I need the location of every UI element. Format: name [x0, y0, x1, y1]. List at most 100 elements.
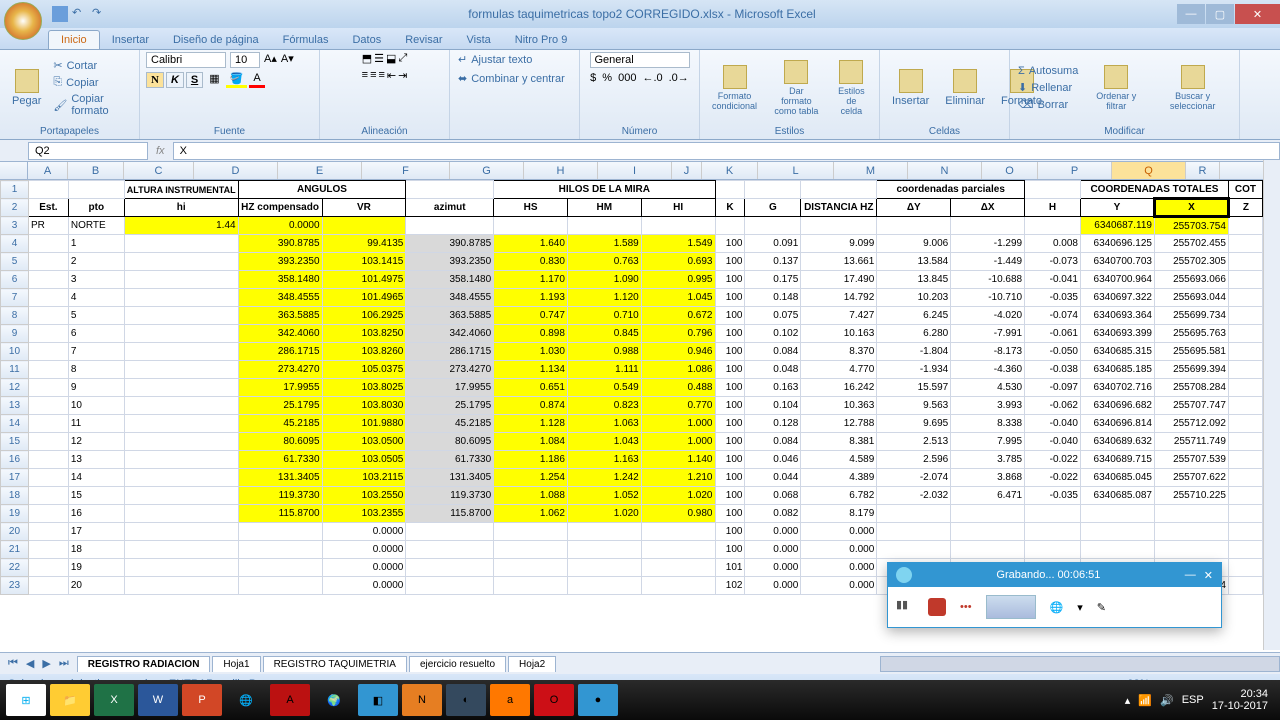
column-header[interactable]: E — [278, 162, 362, 179]
align-middle-icon[interactable]: ☰ — [374, 52, 384, 65]
paste-button[interactable]: Pegar — [6, 67, 47, 109]
recorder-webcam-icon[interactable]: 🌐 — [1050, 601, 1064, 614]
fill-button[interactable]: ⬇Rellenar — [1016, 80, 1080, 95]
table-row[interactable]: 1916115.8700103.2355115.87001.0621.0200.… — [1, 505, 1263, 523]
recorder-minimize-icon[interactable]: — — [1185, 569, 1196, 581]
column-header[interactable]: L — [758, 162, 834, 179]
recorder-pencil-icon[interactable]: ✎ — [1097, 601, 1106, 614]
bold-button[interactable]: N — [146, 72, 164, 88]
start-button[interactable]: ⊞ — [6, 684, 46, 716]
underline-button[interactable]: S — [186, 72, 203, 88]
column-header[interactable]: C — [124, 162, 194, 179]
recorder-taskbar-icon[interactable]: ● — [578, 684, 618, 716]
tray-volume-icon[interactable]: 🔊 — [1160, 694, 1174, 707]
undo-icon[interactable]: ↶ — [72, 6, 88, 22]
recorder-region-icon[interactable] — [986, 595, 1036, 619]
autosum-button[interactable]: ΣAutosuma — [1016, 64, 1080, 78]
table-row[interactable]: 41390.878599.4135390.87851.6401.5891.549… — [1, 235, 1263, 253]
sheet-tab[interactable]: Hoja1 — [212, 656, 260, 672]
table-row[interactable]: 118273.4270105.0375273.42701.1341.1111.0… — [1, 361, 1263, 379]
save-icon[interactable] — [52, 6, 68, 22]
orientation-icon[interactable]: ⤢ — [398, 52, 407, 65]
excel-taskbar-icon[interactable]: X — [94, 684, 134, 716]
insert-cells-button[interactable]: Insertar — [886, 67, 935, 109]
table-row[interactable]: 96342.4060103.8250342.40600.8980.8450.79… — [1, 325, 1263, 343]
cell-styles-button[interactable]: Estilos de celda — [830, 58, 873, 118]
screen-recorder-widget[interactable]: Grabando... 00:06:51 — ✕ ▮▮ ••• 🌐 ▾ ✎ — [887, 562, 1222, 628]
ribbon-tab-diseño-de-página[interactable]: Diseño de página — [161, 31, 271, 49]
column-header[interactable]: D — [194, 162, 278, 179]
ribbon-tab-inicio[interactable]: Inicio — [48, 30, 100, 49]
find-select-button[interactable]: Buscar y seleccionar — [1152, 63, 1233, 113]
table-row[interactable]: 20170.00001000.0000.000 — [1, 523, 1263, 541]
ribbon-tab-insertar[interactable]: Insertar — [100, 31, 161, 49]
align-bottom-icon[interactable]: ⬓ — [386, 52, 396, 65]
sheet-tab[interactable]: ejercicio resuelto — [409, 656, 506, 672]
table-row[interactable]: 63358.1480101.4975358.14801.1701.0900.99… — [1, 271, 1263, 289]
column-header[interactable]: B — [68, 162, 124, 179]
vertical-scrollbar[interactable] — [1263, 160, 1280, 650]
increase-font-icon[interactable]: A▴ — [264, 52, 277, 68]
pause-icon[interactable]: ▮▮ — [896, 598, 914, 616]
number-format-select[interactable] — [590, 52, 690, 68]
ribbon-tab-vista[interactable]: Vista — [455, 31, 503, 49]
dec-decimal-icon[interactable]: .0→ — [669, 72, 689, 84]
table-row[interactable]: 141145.2185101.988045.21851.1281.0631.00… — [1, 415, 1263, 433]
table-row[interactable]: 161361.7330103.050561.73301.1861.1631.14… — [1, 451, 1263, 469]
clear-button[interactable]: ⌫Borrar — [1016, 97, 1080, 112]
align-center-icon[interactable]: ≡ — [370, 69, 376, 82]
close-button[interactable]: ✕ — [1235, 4, 1280, 24]
stop-icon[interactable] — [928, 598, 946, 616]
formula-input[interactable]: X — [173, 142, 1280, 160]
office-button[interactable] — [4, 2, 42, 40]
sheet-tab[interactable]: REGISTRO TAQUIMETRIA — [263, 656, 407, 672]
table-row[interactable]: 21180.00001000.0000.000 — [1, 541, 1263, 559]
ribbon-tab-nitro-pro-9[interactable]: Nitro Pro 9 — [503, 31, 580, 49]
column-header[interactable]: R — [1186, 162, 1220, 179]
inc-decimal-icon[interactable]: ←.0 — [642, 72, 662, 84]
comma-icon[interactable]: 000 — [618, 72, 636, 84]
table-row[interactable]: 85363.5885106.2925363.58850.7470.7100.67… — [1, 307, 1263, 325]
merge-button[interactable]: ⬌Combinar y centrar — [456, 71, 567, 86]
recorder-more-icon[interactable]: ••• — [960, 601, 972, 613]
column-header[interactable]: K — [702, 162, 758, 179]
column-header[interactable]: P — [1038, 162, 1112, 179]
recorder-close-icon[interactable]: ✕ — [1204, 569, 1213, 582]
sheet-tab[interactable]: REGISTRO RADIACION — [77, 656, 211, 672]
chrome-taskbar-icon[interactable]: 🌐 — [226, 684, 266, 716]
column-header[interactable]: J — [672, 162, 702, 179]
conditional-format-button[interactable]: Formato condicional — [706, 63, 763, 113]
app2-taskbar-icon[interactable]: ◐ — [446, 684, 486, 716]
column-header[interactable]: O — [982, 162, 1038, 179]
font-select[interactable] — [146, 52, 226, 68]
tray-up-icon[interactable]: ▴ — [1125, 694, 1131, 707]
sort-filter-button[interactable]: Ordenar y filtrar — [1084, 63, 1148, 113]
align-top-icon[interactable]: ⬒ — [362, 52, 372, 65]
ribbon-tab-fórmulas[interactable]: Fórmulas — [271, 31, 341, 49]
horizontal-scrollbar[interactable] — [880, 656, 1280, 672]
align-left-icon[interactable]: ≡ — [362, 69, 368, 82]
table-row[interactable]: 12917.9955103.802517.99550.6510.5490.488… — [1, 379, 1263, 397]
decrease-font-icon[interactable]: A▾ — [281, 52, 294, 68]
clock-time[interactable]: 20:34 — [1212, 688, 1268, 700]
border-button[interactable]: ▦ — [205, 72, 223, 88]
tray-lang[interactable]: ESP — [1182, 694, 1204, 706]
table-row[interactable]: 1815119.3730103.2550119.37301.0881.0521.… — [1, 487, 1263, 505]
column-header[interactable]: G — [450, 162, 524, 179]
table-row[interactable]: 52393.2350103.1415393.23500.8300.7630.69… — [1, 253, 1263, 271]
ribbon-tab-datos[interactable]: Datos — [340, 31, 393, 49]
cut-button[interactable]: ✂Cortar — [51, 58, 133, 73]
table-row[interactable]: 151280.6095103.050080.60951.0841.0431.00… — [1, 433, 1263, 451]
name-box[interactable] — [28, 142, 148, 160]
autocad-taskbar-icon[interactable]: A — [270, 684, 310, 716]
maximize-button[interactable]: ▢ — [1206, 4, 1234, 24]
word-taskbar-icon[interactable]: W — [138, 684, 178, 716]
column-header[interactable]: A — [28, 162, 68, 179]
table-row[interactable]: 131025.1795103.803025.17950.8740.8230.77… — [1, 397, 1263, 415]
column-header[interactable]: H — [524, 162, 598, 179]
align-right-icon[interactable]: ≡ — [378, 69, 384, 82]
column-header[interactable]: M — [834, 162, 908, 179]
clock-date[interactable]: 17-10-2017 — [1212, 700, 1268, 712]
opera-taskbar-icon[interactable]: O — [534, 684, 574, 716]
table-row[interactable]: 74348.4555101.4965348.45551.1931.1201.04… — [1, 289, 1263, 307]
